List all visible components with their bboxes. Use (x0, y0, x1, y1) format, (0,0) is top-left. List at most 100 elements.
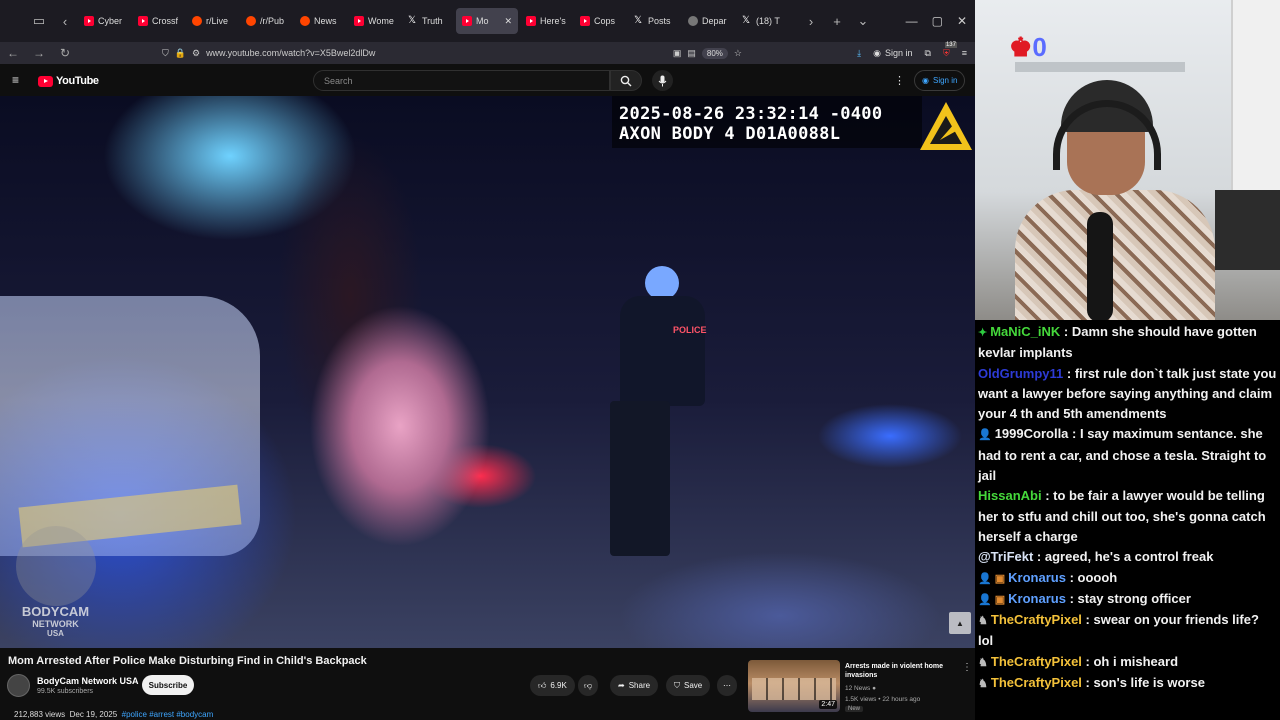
recommended-channel[interactable]: 12 News ● (845, 685, 876, 692)
picture-in-picture-icon[interactable]: ▣ (673, 48, 682, 59)
browser-tab[interactable]: Depar (682, 8, 734, 34)
voice-search-button[interactable] (652, 70, 673, 91)
close-tab-icon[interactable]: ✕ (504, 16, 512, 27)
chat-username[interactable]: HissanAbi (978, 488, 1042, 503)
youtube-header: ≡ YouTube Search ⋮ ◉ Sign in (0, 66, 975, 96)
chat-username[interactable]: TheCraftyPixel (991, 654, 1082, 669)
subscribe-button[interactable]: Subscribe (142, 675, 194, 695)
reload-icon[interactable]: ↻ (52, 46, 78, 60)
browser-tab[interactable]: 𝕏 (18) T (736, 8, 788, 34)
bookmark-star-icon[interactable]: ☆ (734, 48, 742, 59)
tab-label: Cops (594, 16, 616, 26)
browser-tab[interactable]: Crossf (132, 8, 184, 34)
chat-text: ooooh (1077, 569, 1118, 585)
search-input[interactable]: Search (313, 70, 610, 91)
tab-label: Crossf (152, 16, 179, 26)
back-icon[interactable]: ← (0, 46, 26, 60)
video-player[interactable]: POLICE 2025-08-26 23:32:14 -0400 AXON BO… (0, 96, 975, 648)
account-sign-in-label: Sign in (885, 48, 913, 58)
browser-tab[interactable]: Cyber (78, 8, 130, 34)
youtube-logo[interactable]: YouTube (38, 75, 99, 87)
video-tags[interactable]: #police #arrest #bodycam (122, 710, 214, 719)
browser-tab[interactable]: Here's (520, 8, 572, 34)
recommended-video[interactable]: 2:47 Arrests made in violent home invasi… (748, 660, 973, 716)
save-button[interactable]: ⛉ Save (666, 675, 711, 696)
chat-username[interactable]: TheCraftyPixel (991, 612, 1082, 627)
minimize-icon[interactable]: — (906, 14, 918, 28)
verified-check-icon: ● (872, 685, 877, 692)
chat-message: HissanAbi : to be fair a lawyer would be… (978, 488, 1266, 544)
like-button[interactable]: 👍︎ 6.9K (530, 675, 575, 696)
recommended-menu-icon[interactable]: ⋮ (962, 662, 972, 673)
officer-head (645, 266, 679, 300)
chat-username[interactable]: Kronarus (1008, 570, 1066, 585)
chat-message: OldGrumpy11 : first rule don`t talk just… (978, 365, 1277, 422)
x-icon: 𝕏 (742, 15, 751, 26)
more-actions-button[interactable]: ⋯ (717, 675, 737, 696)
channel-avatar[interactable] (7, 674, 30, 697)
browser-tab[interactable]: News (294, 8, 346, 34)
tab-label: Mo (476, 16, 489, 26)
shield-icon[interactable]: ⛉ (162, 48, 169, 59)
tab-overview-icon[interactable]: ▭ (26, 8, 52, 34)
chat-badge-icon: ✦ (978, 327, 988, 339)
recommended-title[interactable]: Arrests made in violent home invasions (845, 662, 955, 680)
window-controls: — ▢ ✕ (906, 14, 975, 28)
browser-tab[interactable]: /r/Pub (240, 8, 292, 34)
chat-username[interactable]: OldGrumpy11 (978, 366, 1063, 381)
reddit-icon (192, 16, 202, 26)
permissions-icon[interactable]: ⚙ (192, 48, 200, 59)
chat-username[interactable]: TheCraftyPixel (991, 675, 1082, 690)
browser-tab[interactable]: 𝕏 Truth (402, 8, 454, 34)
github-icon (688, 16, 698, 26)
youtube-sign-in-button[interactable]: ◉ Sign in (914, 70, 966, 91)
lock-icon[interactable]: 🔒 (175, 48, 186, 59)
channel-corner-logo-icon[interactable]: ▲ (949, 612, 971, 634)
maximize-icon[interactable]: ▢ (932, 14, 943, 28)
close-window-icon[interactable]: ✕ (957, 14, 967, 28)
downloads-icon[interactable]: ⤓ (857, 48, 861, 59)
tab-list-icon[interactable]: ⌄ (850, 8, 876, 34)
chat-username[interactable]: 1999Corolla (995, 426, 1069, 441)
subscriber-count: 99.5K subscribers (37, 688, 94, 695)
search-button[interactable] (610, 70, 642, 91)
browser-tab[interactable]: Cops (574, 8, 626, 34)
hamburger-menu-icon[interactable]: ≡ (12, 73, 19, 87)
settings-kebab-icon[interactable]: ⋮ (894, 74, 905, 87)
browser-tab[interactable]: 𝕏 Posts (628, 8, 680, 34)
chat-username[interactable]: @TriFekt (978, 549, 1033, 564)
chat-text: son's life is worse (1093, 675, 1205, 691)
tab-label: r/Live (206, 16, 229, 26)
browser-tab[interactable]: Mo ✕ (456, 8, 518, 34)
x-icon: 𝕏 (408, 15, 417, 26)
browser-tab[interactable]: Wome (348, 8, 400, 34)
more-horizontal-icon: ⋯ (723, 681, 731, 690)
menu-icon[interactable]: ≡ (962, 48, 967, 58)
address-bar[interactable]: ⛉ 🔒 ⚙ www.youtube.com/watch?v=X5Bwel2dlD… (162, 44, 742, 62)
scroll-tabs-left-icon[interactable]: ‹ (52, 8, 78, 34)
reader-view-icon[interactable]: ▤ (687, 48, 696, 59)
recommended-thumbnail[interactable]: 2:47 (748, 660, 840, 712)
channel-name[interactable]: BodyCam Network USA (37, 676, 139, 686)
browser-tab[interactable]: r/Live (186, 8, 238, 34)
url-text[interactable]: www.youtube.com/watch?v=X5Bwel2dlDw (206, 48, 375, 58)
chat-message: ♞ TheCraftyPixel : oh i misheard (978, 653, 1179, 669)
chat-username[interactable]: MaNiC_iNK (990, 324, 1060, 339)
new-tab-icon[interactable]: + (824, 8, 850, 34)
bodycam-network-watermark: BODYCAM NETWORK USA (8, 526, 103, 641)
youtube-icon (580, 16, 590, 26)
upload-date: Dec 19, 2025 (69, 710, 118, 719)
streamer-logo-glyph: ♚ (1009, 32, 1033, 62)
chat-badge-icon: 👤 (978, 429, 992, 442)
scroll-tabs-right-icon[interactable]: › (798, 8, 824, 34)
officer-vest-label: POLICE (673, 325, 707, 335)
account-button[interactable]: ◉ Sign in (873, 48, 912, 59)
forward-icon[interactable]: → (26, 46, 52, 60)
chat-username[interactable]: Kronarus (1008, 591, 1066, 606)
extensions-icon[interactable]: ⧉ (925, 48, 931, 59)
dislike-button[interactable]: 👎︎ (578, 675, 599, 696)
officer-legs (610, 401, 670, 556)
ublock-icon[interactable]: ⛨ 137 (943, 41, 957, 59)
share-button[interactable]: ➦ Share (610, 675, 659, 696)
zoom-level[interactable]: 80% (701, 47, 728, 59)
